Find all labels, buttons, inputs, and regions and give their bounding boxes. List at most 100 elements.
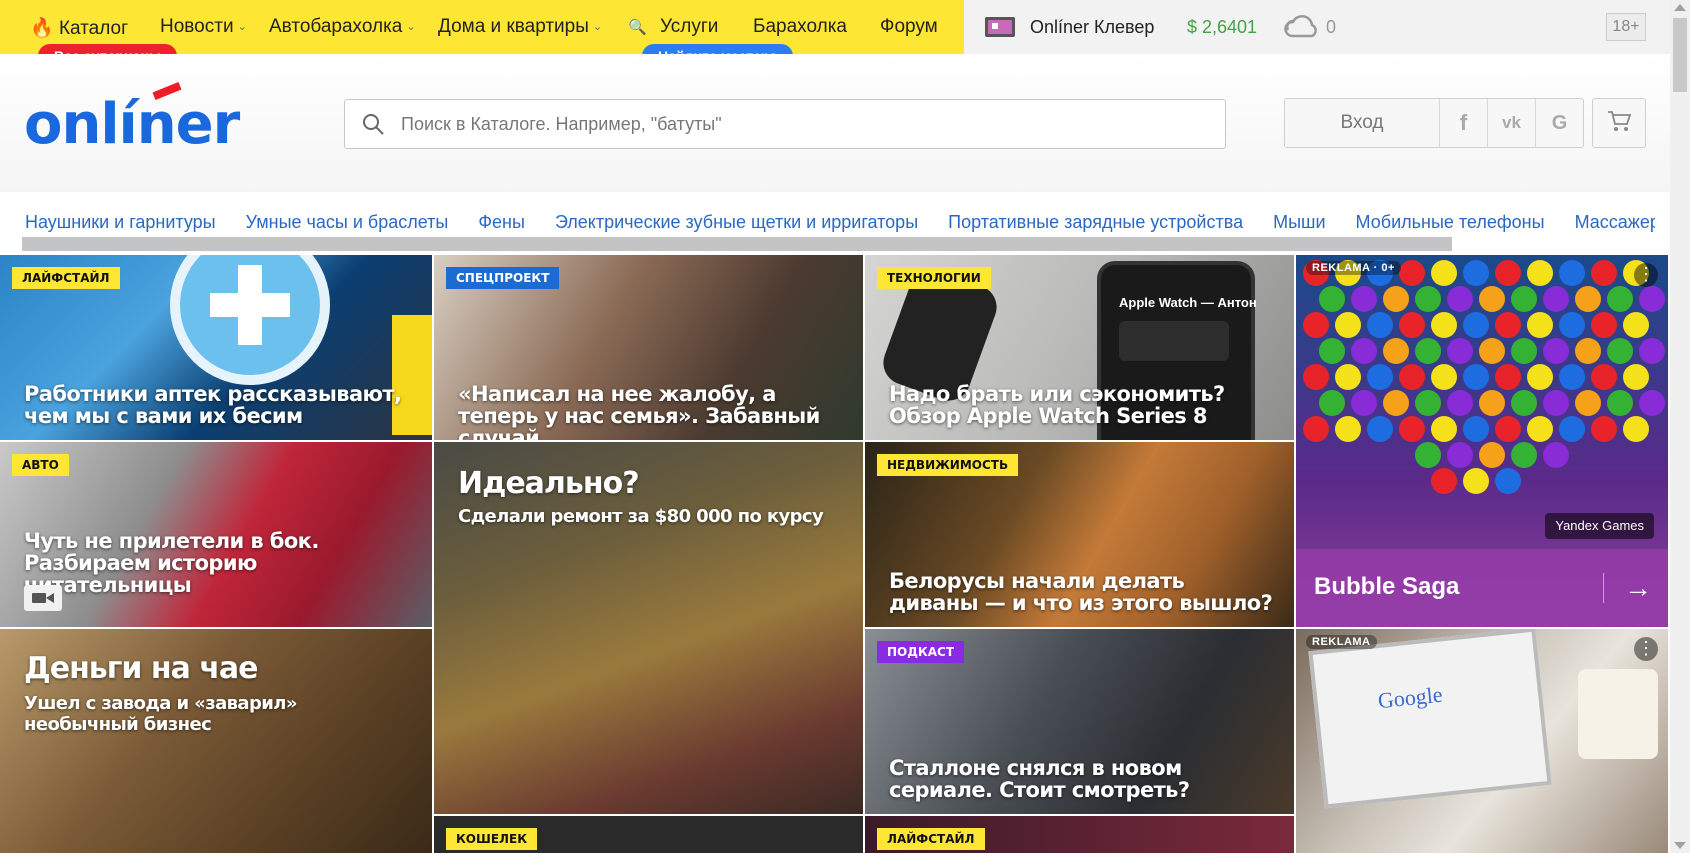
news-title[interactable]: Надо брать или сэкономить? Обзор Apple W… xyxy=(889,383,1278,427)
news-big-title[interactable]: Идеально? xyxy=(458,466,847,501)
bubble xyxy=(1447,338,1473,364)
login-button[interactable]: Вход xyxy=(1285,99,1440,147)
horizontal-scrollbar[interactable] xyxy=(22,237,1452,251)
quicklink-hairdryers[interactable]: Фены xyxy=(478,212,525,232)
yandex-games-badge[interactable]: Yandex Games xyxy=(1545,513,1654,539)
google-button[interactable]: G xyxy=(1536,99,1583,147)
news-big-title[interactable]: Деньги на чае xyxy=(24,651,416,686)
search-icon xyxy=(361,112,385,141)
onliner-logo[interactable]: onlíner xyxy=(24,92,240,157)
bubble xyxy=(1319,338,1345,364)
quicklink-mice[interactable]: Мыши xyxy=(1273,212,1325,232)
news-card[interactable]: Apple Watch — Антон ТЕХНОЛОГИИ Надо брат… xyxy=(865,255,1294,440)
vertical-scrollbar[interactable] xyxy=(1670,0,1690,853)
arrow-right-icon[interactable]: → xyxy=(1603,572,1652,603)
login-label: Вход xyxy=(1340,112,1384,133)
bubble xyxy=(1479,390,1505,416)
age-rating-badge: 18+ xyxy=(1606,13,1646,41)
cloud-icon[interactable] xyxy=(1282,12,1322,47)
news-card[interactable]: АВТО Чуть не прилетели в бок. Разбираем … xyxy=(0,442,432,627)
bubble xyxy=(1431,312,1457,338)
bubble xyxy=(1367,416,1393,442)
category-tag[interactable]: КОШЕЛЕК xyxy=(446,828,538,850)
news-card[interactable]: СПЕЦПРОЕКТ «Написал на нее жалобу, а теп… xyxy=(434,255,863,440)
quicklink-toothbrushes[interactable]: Электрические зубные щетки и ирригаторы xyxy=(555,212,918,232)
chevron-down-icon: ⌄ xyxy=(592,21,603,33)
category-tag[interactable]: ТЕХНОЛОГИИ xyxy=(877,267,991,289)
more-vert-icon[interactable]: ⋮ xyxy=(1634,263,1658,287)
pharmacy-cross-image xyxy=(170,255,330,385)
cart-button[interactable] xyxy=(1592,98,1646,148)
news-subtitle[interactable]: Сделали ремонт за $80 000 по курсу xyxy=(458,506,847,527)
news-title[interactable]: «Написал на нее жалобу, а теперь у нас с… xyxy=(458,383,847,440)
news-subtitle[interactable]: Ушел с завода и «заварил» необычный бизн… xyxy=(24,693,416,735)
news-title[interactable]: Белорусы начали делать диваны — и что из… xyxy=(889,570,1278,614)
bubble xyxy=(1623,416,1649,442)
category-tag[interactable]: АВТО xyxy=(12,454,69,476)
nav-catalog[interactable]: 🔥 Каталог xyxy=(30,16,128,40)
bubble xyxy=(1383,338,1409,364)
news-card[interactable]: КОШЕЛЕК xyxy=(434,816,863,853)
bubble xyxy=(1639,286,1665,312)
currency-rate[interactable]: $ 2,6401 xyxy=(1187,17,1257,38)
news-card[interactable]: ПОДКАСТ Сталлоне снялся в новом сериале.… xyxy=(865,629,1294,814)
nav-baraholka[interactable]: Барахолка xyxy=(753,16,847,38)
clever-icon[interactable] xyxy=(984,15,1016,44)
ad-banner-game[interactable]: REKLAMA · 0+ ⋮ Yandex Games Bubble Saga … xyxy=(1296,255,1668,627)
scrollbar-thumb[interactable] xyxy=(1673,18,1687,92)
search-box[interactable] xyxy=(344,99,1226,149)
news-card[interactable]: ЛАЙФСТАЙЛ Работники аптек рассказывают, … xyxy=(0,255,432,440)
nav-forum[interactable]: Форум xyxy=(880,16,938,38)
news-card-featured[interactable]: Деньги на чае Ушел с завода и «заварил» … xyxy=(0,629,432,853)
quicklink-powerbanks[interactable]: Портативные зарядные устройства xyxy=(948,212,1243,232)
bubble xyxy=(1511,338,1537,364)
news-card[interactable]: НЕДВИЖИМОСТЬ Белорусы начали делать дива… xyxy=(865,442,1294,627)
quicklink-headphones[interactable]: Наушники и гарнитуры xyxy=(25,212,216,232)
ad-banner-laptop[interactable]: Google REKLAMA ⋮ xyxy=(1296,629,1668,853)
scroll-up-arrow-icon[interactable] xyxy=(1674,4,1686,11)
bubble xyxy=(1447,442,1473,468)
category-tag[interactable]: СПЕЦПРОЕКТ xyxy=(446,267,560,289)
bubble xyxy=(1479,442,1505,468)
quicklink-massagers[interactable]: Массажеры и массажные xyxy=(1575,212,1655,232)
bubble xyxy=(1527,364,1553,390)
nav-auto[interactable]: Автобарахолка ⌄ xyxy=(269,16,416,38)
news-card-featured[interactable]: Идеально? Сделали ремонт за $80 000 по к… xyxy=(434,442,863,814)
bubble xyxy=(1495,260,1521,286)
bubble xyxy=(1511,390,1537,416)
clever-label[interactable]: Onlíner Клевер xyxy=(1030,17,1154,38)
bubble xyxy=(1623,364,1649,390)
category-tag[interactable]: ПОДКАСТ xyxy=(877,641,965,663)
video-icon xyxy=(24,585,62,611)
search-input[interactable] xyxy=(399,100,1203,148)
bubble xyxy=(1591,364,1617,390)
bubble xyxy=(1415,442,1441,468)
bubble xyxy=(1351,286,1377,312)
nav-realty[interactable]: Дома и квартиры ⌄ xyxy=(438,16,602,38)
news-title[interactable]: Чуть не прилетели в бок. Разбираем истор… xyxy=(24,530,416,596)
quicklink-smartwatches[interactable]: Умные часы и браслеты xyxy=(246,212,449,232)
facebook-button[interactable]: f xyxy=(1440,99,1488,147)
news-title[interactable]: Сталлоне снялся в новом сериале. Стоит с… xyxy=(889,757,1278,801)
scroll-down-arrow-icon[interactable] xyxy=(1674,842,1686,849)
news-title[interactable]: Работники аптек рассказывают, чем мы с в… xyxy=(24,383,416,427)
vk-button[interactable]: vk xyxy=(1488,99,1536,147)
bubble xyxy=(1495,468,1521,494)
category-tag[interactable]: ЛАЙФСТАЙЛ xyxy=(877,828,985,850)
cup-image xyxy=(1578,669,1658,759)
nav-services[interactable]: 🔍 Услуги xyxy=(628,16,718,38)
category-tag[interactable]: ЛАЙФСТАЙЛ xyxy=(12,267,120,289)
bubble xyxy=(1335,312,1361,338)
bubble xyxy=(1399,260,1425,286)
nav-news[interactable]: Новости ⌄ xyxy=(160,16,247,38)
quicklink-phones[interactable]: Мобильные телефоны xyxy=(1356,212,1545,232)
bubble xyxy=(1399,416,1425,442)
more-vert-icon[interactable]: ⋮ xyxy=(1634,637,1658,661)
category-tag[interactable]: НЕДВИЖИМОСТЬ xyxy=(877,454,1019,476)
bubble xyxy=(1447,286,1473,312)
bubble xyxy=(1463,468,1489,494)
ad-title[interactable]: Bubble Saga xyxy=(1314,573,1459,601)
news-card[interactable]: ЛАЙФСТАЙЛ xyxy=(865,816,1294,853)
bubble xyxy=(1303,416,1329,442)
google-icon: G xyxy=(1551,111,1568,134)
